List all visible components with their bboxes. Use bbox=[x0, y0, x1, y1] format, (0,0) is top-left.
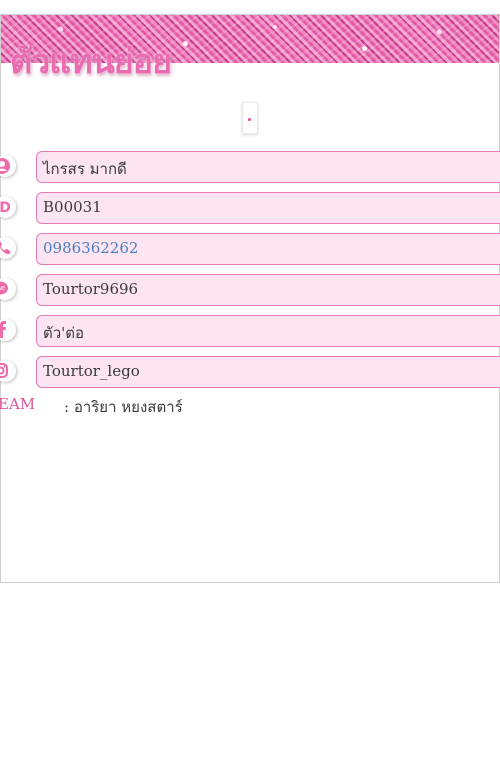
name-field[interactable]: ไกรสร มากดี bbox=[36, 151, 500, 183]
id-icon: ID bbox=[0, 196, 16, 218]
instagram-icon bbox=[0, 360, 16, 382]
instagram-value: Tourtor_lego bbox=[43, 362, 140, 380]
facebook-value: ตัว'ต่อ bbox=[43, 324, 85, 342]
facebook-icon bbox=[0, 319, 16, 341]
line-icon: LINE bbox=[0, 278, 16, 300]
svg-text:ID: ID bbox=[0, 200, 11, 216]
user-icon bbox=[0, 155, 16, 177]
phone-link[interactable]: 0986362262 bbox=[43, 239, 138, 257]
facebook-field[interactable]: ตัว'ต่อ bbox=[36, 315, 500, 347]
phone-field[interactable]: 0986362262 bbox=[36, 233, 500, 265]
member-id-value: B00031 bbox=[43, 198, 102, 216]
brand-title: ตัวแทนย่อย bbox=[10, 42, 172, 82]
line-id-field[interactable]: Tourtor9696 bbox=[36, 274, 500, 306]
name-value: ไกรสร มากดี bbox=[43, 160, 127, 178]
instagram-field[interactable]: Tourtor_lego bbox=[36, 356, 500, 388]
team-label: TEAM bbox=[0, 395, 36, 413]
team-value: : อาริยา หยงสตาร์ bbox=[64, 398, 183, 416]
page-indicator[interactable] bbox=[242, 102, 258, 134]
phone-icon bbox=[0, 237, 16, 259]
member-id-field[interactable]: B00031 bbox=[36, 192, 500, 224]
line-id-value: Tourtor9696 bbox=[43, 280, 139, 298]
svg-text:LINE: LINE bbox=[0, 286, 5, 292]
page-dot bbox=[248, 118, 251, 121]
